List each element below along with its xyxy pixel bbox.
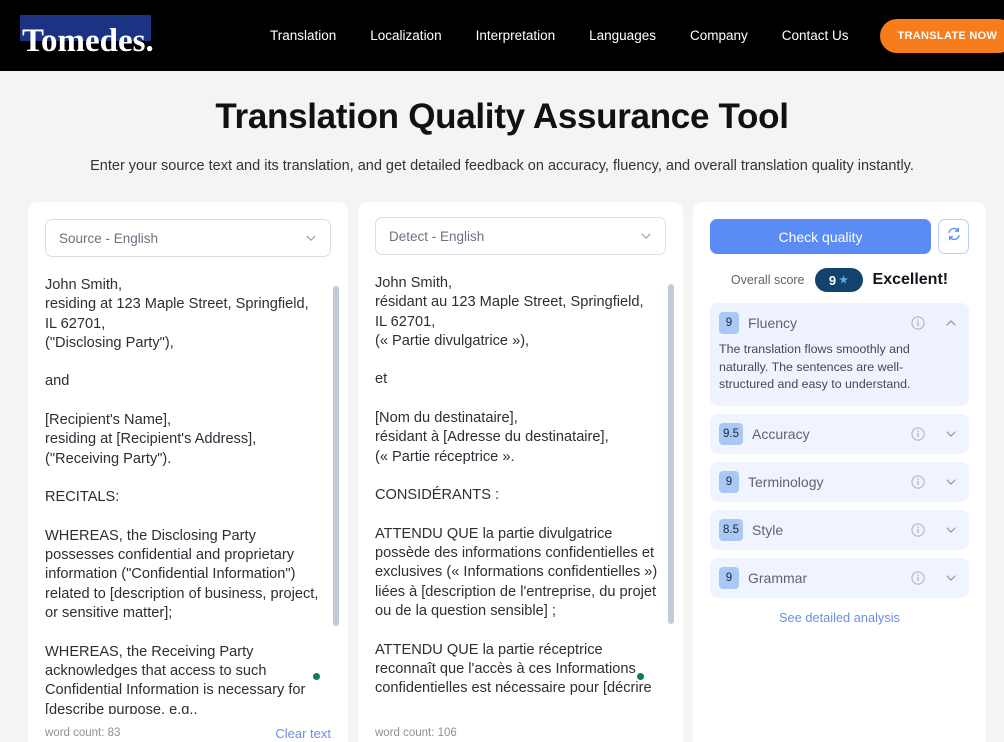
score-card-header[interactable]: 9 Grammar bbox=[719, 566, 958, 589]
score-chip-grammar: 9 bbox=[719, 566, 739, 589]
target-word-count: word count: 106 bbox=[375, 727, 457, 739]
page-title: Translation Quality Assurance Tool bbox=[215, 97, 789, 136]
refresh-button[interactable] bbox=[938, 219, 969, 254]
source-resize-dot[interactable] bbox=[313, 673, 320, 680]
top-navbar: Tomedes. Translation Localization Interp… bbox=[0, 0, 1004, 71]
chevron-down-icon bbox=[640, 230, 652, 242]
target-panel: Detect - English John Smith, résidant au… bbox=[358, 202, 683, 742]
info-icon[interactable] bbox=[911, 570, 925, 585]
chevron-down-icon[interactable] bbox=[944, 523, 958, 537]
target-text-input[interactable]: John Smith, résidant au 123 Maple Street… bbox=[375, 274, 673, 714]
score-description-fluency: The translation flows smoothly and natur… bbox=[719, 342, 911, 391]
logo-text: Tomedes. bbox=[22, 22, 154, 59]
check-quality-button[interactable]: Check quality bbox=[710, 219, 931, 254]
page-subtitle: Enter your source text and its translati… bbox=[90, 158, 914, 174]
score-card-style[interactable]: 8.5 Style bbox=[710, 509, 969, 550]
main-navigation: Translation Localization Interpretation … bbox=[253, 22, 866, 49]
source-language-label: Source - English bbox=[59, 230, 159, 246]
target-language-label: Detect - English bbox=[389, 228, 485, 244]
translate-now-button[interactable]: TRANSLATE NOW bbox=[879, 18, 1004, 53]
overall-score-badge: 9 ★ bbox=[814, 268, 863, 292]
score-name-grammar: Grammar bbox=[748, 569, 808, 586]
chevron-up-icon[interactable] bbox=[944, 316, 958, 330]
target-scrollbar[interactable] bbox=[668, 284, 674, 624]
score-name-style: Style bbox=[752, 521, 784, 538]
overall-verdict: Excellent! bbox=[872, 271, 949, 288]
target-language-select[interactable]: Detect - English bbox=[375, 217, 666, 255]
tomedes-logo[interactable]: Tomedes. bbox=[18, 13, 168, 59]
nav-item-languages[interactable]: Languages bbox=[572, 22, 673, 49]
chevron-down-icon bbox=[305, 232, 317, 244]
score-chip-style: 8.5 bbox=[719, 518, 743, 541]
score-name-accuracy: Accuracy bbox=[752, 425, 810, 442]
results-panel: Check quality Overall score 9 ★ Excellen… bbox=[693, 202, 986, 742]
source-panel: Source - English John Smith, residing at… bbox=[28, 202, 348, 742]
info-icon[interactable] bbox=[911, 426, 925, 441]
target-resize-dot[interactable] bbox=[637, 673, 644, 680]
info-icon[interactable] bbox=[911, 316, 925, 330]
results-actions: Check quality bbox=[693, 202, 986, 254]
score-card-terminology[interactable]: 9 Terminology bbox=[710, 461, 969, 502]
nav-item-translation[interactable]: Translation bbox=[253, 22, 353, 49]
score-chip-accuracy: 9.5 bbox=[719, 422, 743, 445]
score-name-terminology: Terminology bbox=[748, 473, 824, 490]
score-card-header[interactable]: 9.5 Accuracy bbox=[719, 422, 958, 445]
source-language-select[interactable]: Source - English bbox=[45, 219, 331, 257]
score-chip-terminology: 9 bbox=[719, 470, 739, 493]
nav-item-company[interactable]: Company bbox=[673, 22, 765, 49]
target-panel-footer: word count: 106 bbox=[358, 712, 683, 742]
refresh-icon bbox=[946, 226, 962, 247]
score-card-list: 9 Fluency The translation flows smoothly… bbox=[693, 303, 986, 598]
score-card-grammar[interactable]: 9 Grammar bbox=[710, 557, 969, 598]
score-card-header[interactable]: 9 Terminology bbox=[719, 470, 958, 493]
nav-item-contact-us[interactable]: Contact Us bbox=[765, 22, 866, 49]
overall-score-row: Overall score 9 ★ Excellent! bbox=[693, 268, 986, 292]
chevron-down-icon[interactable] bbox=[944, 427, 958, 441]
clear-text-button[interactable]: Clear text bbox=[275, 726, 331, 741]
source-word-count: word count: 83 bbox=[45, 727, 121, 739]
score-card-fluency[interactable]: 9 Fluency The translation flows smoothly… bbox=[710, 303, 969, 406]
nav-item-interpretation[interactable]: Interpretation bbox=[459, 22, 573, 49]
overall-score-label: Overall score bbox=[730, 273, 805, 287]
see-detailed-analysis-link[interactable]: See detailed analysis bbox=[693, 610, 986, 625]
nav-item-localization[interactable]: Localization bbox=[353, 22, 458, 49]
info-icon[interactable] bbox=[911, 522, 925, 537]
source-text-input[interactable]: John Smith, residing at 123 Maple Street… bbox=[45, 276, 338, 714]
info-icon[interactable] bbox=[911, 474, 925, 489]
chevron-down-icon[interactable] bbox=[944, 475, 958, 489]
score-card-accuracy[interactable]: 9.5 Accuracy bbox=[710, 413, 969, 454]
overall-score-value: 9 bbox=[828, 272, 837, 288]
star-icon: ★ bbox=[839, 274, 849, 286]
source-scrollbar[interactable] bbox=[333, 286, 339, 626]
score-card-header[interactable]: 9 Fluency bbox=[719, 312, 958, 334]
score-name-fluency: Fluency bbox=[748, 315, 798, 331]
source-panel-footer: word count: 83 Clear text bbox=[28, 712, 348, 742]
chevron-down-icon[interactable] bbox=[944, 571, 958, 585]
workspace: Source - English John Smith, residing at… bbox=[0, 202, 1004, 742]
score-card-header[interactable]: 8.5 Style bbox=[719, 518, 958, 541]
score-chip-fluency: 9 bbox=[719, 312, 739, 334]
